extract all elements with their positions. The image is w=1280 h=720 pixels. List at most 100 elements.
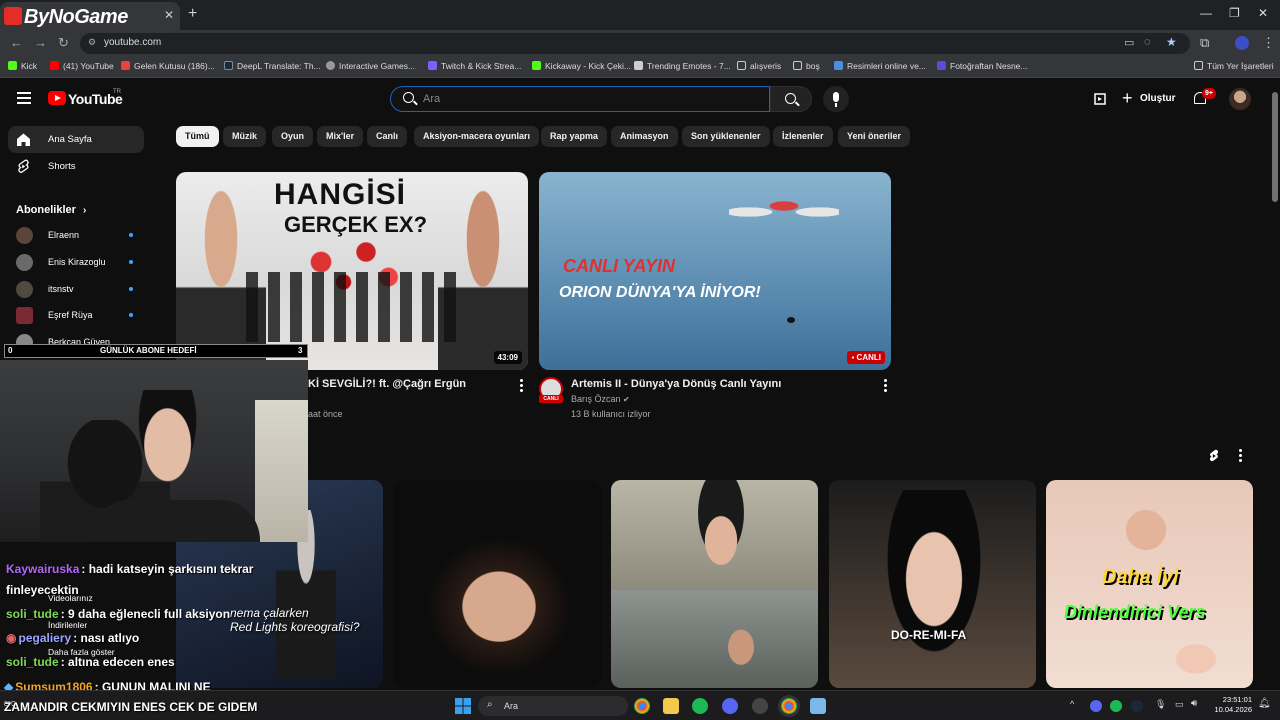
browser-tab-bar: ByNoGame ✕ + — ❐ ✕ [0, 0, 1280, 30]
bookmark-folder[interactable]: boş [793, 61, 820, 71]
bookmarks-bar: Kick (41) YouTube Gelen Kutusu (186)... … [0, 56, 1280, 78]
bookmark-item[interactable]: Kick [8, 61, 37, 71]
youtube-logo-icon[interactable] [48, 91, 66, 105]
chip-watched[interactable]: İzlenenler [773, 126, 833, 147]
subscription-item[interactable]: Eşref Rüya [8, 303, 144, 327]
bookmark-item[interactable]: Kickaway - Kick Çeki... [532, 61, 631, 71]
bookmark-item[interactable]: Interactive Games... [326, 61, 415, 71]
browser-tab[interactable]: ByNoGame ✕ [0, 2, 180, 30]
file-explorer-icon[interactable] [663, 698, 679, 714]
window-close-icon[interactable]: ✕ [1258, 6, 1268, 20]
bookmark-item[interactable]: DeepL Translate: Th... [224, 61, 321, 71]
voice-search-icon[interactable] [823, 86, 849, 112]
taskbar-clock[interactable]: 23:51:01 10.04.2026 [1210, 695, 1252, 715]
windows-start-icon[interactable] [455, 698, 471, 714]
chip-action-adventure[interactable]: Aksiyon-macera oyunları [414, 126, 540, 147]
sidebar-item-shorts[interactable]: Shorts [8, 153, 144, 180]
bookmark-folder[interactable]: alışveris [737, 61, 781, 71]
tray-chevron-icon[interactable]: ^ [1070, 699, 1074, 709]
chip-new-to-you[interactable]: Yeni öneriler [838, 126, 911, 147]
create-button[interactable]: + Oluştur [1118, 86, 1178, 112]
chip-recently-uploaded[interactable]: Son yüklenenler [682, 126, 770, 147]
chip-gaming[interactable]: Oyun [272, 126, 314, 147]
tab-title: ByNoGame [24, 6, 128, 28]
thumbnail-text: Daha İyi [1102, 566, 1179, 588]
search-box[interactable] [390, 86, 770, 112]
eye-off-icon[interactable]: ◌ [1144, 36, 1151, 48]
chip-live[interactable]: Canlı [367, 126, 408, 147]
search-input[interactable] [423, 91, 753, 107]
chip-music[interactable]: Müzik [223, 126, 267, 147]
all-bookmarks-folder[interactable]: Tüm Yer İşaretleri [1194, 61, 1274, 71]
browser-menu-icon[interactable]: ⋮ [1262, 35, 1275, 51]
video-thumbnail[interactable]: CANLI YAYIN ORION DÜNYA'YA İNİYOR! ▪ CAN… [539, 172, 891, 370]
subscription-item[interactable]: Elraenn [8, 223, 144, 247]
url-field[interactable]: ⚙ youtube.com ▭ ◌ ★ [80, 33, 1190, 54]
short-thumbnail[interactable]: Daha İyi Dinlendirici Vers [1046, 480, 1253, 688]
tray-discord-icon[interactable] [1090, 700, 1102, 712]
subscriptions-header[interactable]: Abonelikler › [16, 204, 86, 216]
shorts-more-icon[interactable] [1238, 449, 1242, 463]
bookmark-item[interactable]: Twitch & Kick Strea... [428, 61, 521, 71]
video-thumbnail[interactable]: HANGİSİ GERÇEK EX? 43:09 [176, 172, 528, 370]
extensions-icon[interactable]: ⧉ [1200, 35, 1209, 51]
profile-icon[interactable] [1235, 36, 1249, 50]
scrollbar-thumb[interactable] [1272, 92, 1278, 202]
live-dot-icon [129, 287, 133, 291]
app-icon[interactable] [810, 698, 826, 714]
create-short-icon[interactable] [1093, 92, 1107, 106]
sidebar-item-home[interactable]: Ana Sayfa [8, 126, 144, 153]
search-icon [403, 92, 414, 103]
chip-animation[interactable]: Animasyon [611, 126, 678, 147]
new-tab-icon[interactable]: + [188, 5, 197, 23]
shorts-logo-icon [1209, 449, 1219, 462]
volume-icon[interactable]: 🔊︎ [1191, 698, 1197, 709]
bookmark-item[interactable]: Trending Emotes - 7... [634, 61, 731, 71]
bookmark-item[interactable]: Resimleri online ve... [834, 61, 926, 71]
chevron-right-icon: › [82, 205, 87, 216]
bookmark-star-icon[interactable]: ★ [1166, 35, 1177, 49]
notification-center-icon[interactable]: 🔔︎ [1258, 698, 1271, 709]
tray-spotify-icon[interactable] [1110, 700, 1122, 712]
search-button[interactable] [770, 86, 812, 112]
microphone-icon[interactable]: 🎙︎ [1155, 699, 1166, 710]
channel-name[interactable]: Barış Özcan ✔ [571, 394, 630, 404]
bookmark-item[interactable]: (41) YouTube [50, 61, 114, 71]
taskbar-search[interactable]: ⌕ Ara [478, 696, 628, 716]
chip-all[interactable]: Tümü [176, 126, 219, 147]
youtube-header: YouTube TR + Oluştur 9+ [0, 78, 1270, 122]
discord-icon[interactable] [722, 698, 738, 714]
site-info-icon[interactable]: ⚙ [88, 37, 96, 48]
chip-mixes[interactable]: Mix'ler [317, 126, 364, 147]
more-options-icon[interactable] [883, 379, 887, 393]
cast-page-icon[interactable]: ▭ [1124, 36, 1134, 49]
video-title[interactable]: Artemis II - Dünya'ya Dönüş Canlı Yayını [571, 378, 781, 390]
forward-icon[interactable]: → [34, 35, 47, 50]
bookmark-item[interactable]: Fotoğraftan Nesne... [937, 61, 1028, 71]
short-thumbnail[interactable] [611, 480, 818, 688]
page-scrollbar[interactable] [1270, 78, 1280, 690]
reload-icon[interactable]: ↻ [58, 35, 69, 51]
bookmark-item[interactable]: Gelen Kutusu (186)... [121, 61, 215, 71]
video-title[interactable]: Kİ SEVGİLİ?! ft. @Çağrı Ergün [308, 378, 466, 390]
back-icon[interactable]: ← [10, 35, 23, 50]
tray-steam-icon[interactable] [1131, 700, 1143, 712]
minimize-icon[interactable]: — [1200, 6, 1212, 20]
chrome-active-icon[interactable] [781, 698, 797, 714]
account-avatar[interactable] [1229, 88, 1251, 110]
restore-icon[interactable]: ❐ [1229, 6, 1240, 20]
network-icon[interactable]: ▭ [1175, 699, 1184, 710]
spotify-icon[interactable] [692, 698, 708, 714]
taskbar-search-label: Ara [504, 701, 519, 711]
chip-rap[interactable]: Rap yapma [541, 126, 608, 147]
chrome-icon[interactable] [634, 698, 650, 714]
more-options-icon[interactable] [519, 379, 523, 393]
tab-close-icon[interactable]: ✕ [164, 8, 174, 22]
short-thumbnail[interactable] [394, 480, 601, 688]
obs-icon[interactable] [752, 698, 768, 714]
subscription-item[interactable]: Enis Kirazoglu [8, 250, 144, 274]
subscription-item[interactable]: itsnstv [8, 277, 144, 301]
channel-avatar[interactable]: CANLI [539, 377, 563, 403]
hamburger-menu-icon[interactable] [17, 92, 31, 104]
short-thumbnail[interactable]: DO-RE-MI-FA [829, 480, 1036, 688]
